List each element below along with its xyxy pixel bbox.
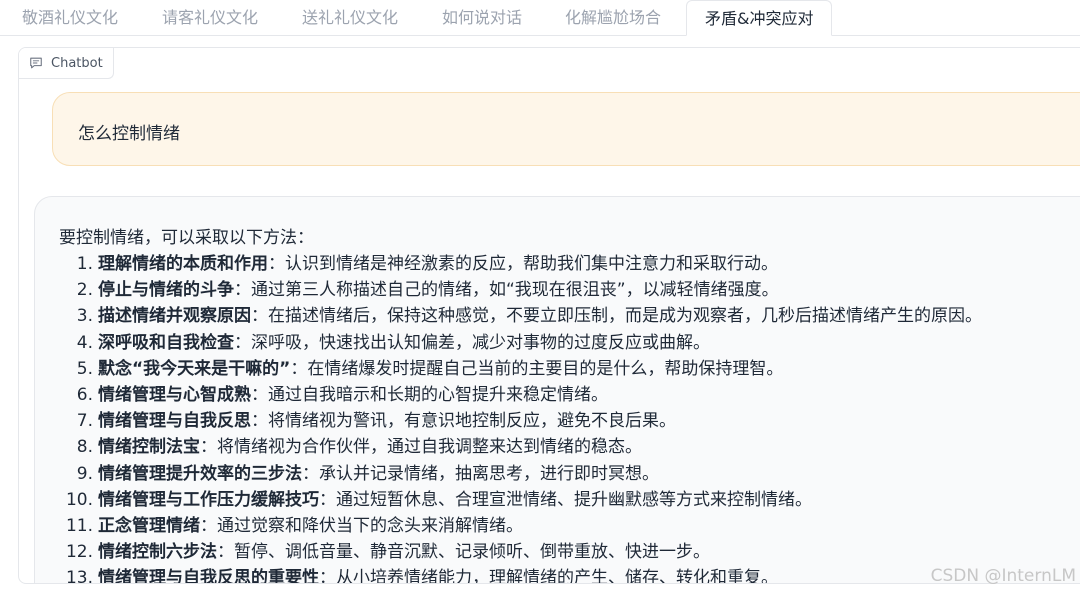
list-item: 5. 默念“我今天来是干嘛的”：在情绪爆发时提醒自己当前的主要目的是什么，帮助保持…	[76, 358, 784, 379]
list-item: 4. 深呼吸和自我检查：深呼吸，快速找出认知偏差，减少对事物的过度反应或曲解。	[76, 332, 710, 353]
list-item: 8. 情绪控制法宝：将情绪视为合作伙伴，通过自我调整来达到情绪的稳态。	[76, 437, 642, 458]
list-item: 1. 理解情绪的本质和作用：认识到情绪是神经激素的反应，帮助我们集中注意力和采取行…	[76, 254, 778, 274]
tab-bar: 敬酒礼仪文化 请客礼仪文化 送礼礼仪文化 如何说对话 化解尴尬场合 矛盾&冲突应…	[0, 0, 1080, 36]
bot-message-intro: 要控制情绪，可以采取以下方法：	[59, 228, 314, 248]
list-item: 3. 描述情绪并观察原因：在描述情绪后，保持这种感觉，不要立即压制，而是成为观察者…	[76, 306, 982, 327]
list-item: 2. 停止与情绪的斗争：通过第三人称描述自己的情绪，如“我现在很沮丧”，以减轻情绪…	[76, 280, 779, 301]
tab-conflict-handling[interactable]: 矛盾&冲突应对	[686, 0, 833, 36]
list-item: 7. 情绪管理与自我反思：将情绪视为警讯，有意识地控制反应，避免不良后果。	[76, 411, 676, 432]
list-item: 10. 情绪管理与工作压力缓解技巧：通过短暂休息、合理宣泄情绪、提升幽默感等方式来…	[65, 489, 812, 510]
bot-message-list: 1. 理解情绪的本质和作用：认识到情绪是神经激素的反应，帮助我们集中注意力和采取行…	[35, 251, 982, 584]
chat-icon	[30, 57, 42, 69]
chatbot-label: Chatbot	[19, 48, 114, 79]
list-item: 6. 情绪管理与心智成熟：通过自我暗示和长期的心智提升来稳定情绪。	[76, 384, 608, 405]
chatbot-panel: Chatbot 怎么控制情绪 要控制情绪，可以采取以下方法： 1. 理解情绪的本质…	[18, 47, 1080, 584]
user-message-bubble: 怎么控制情绪	[52, 92, 1080, 166]
tab-hosting-etiquette[interactable]: 请客礼仪文化	[162, 0, 258, 34]
tab-how-to-talk[interactable]: 如何说对话	[442, 0, 522, 34]
tab-toasting-etiquette[interactable]: 敬酒礼仪文化	[22, 0, 118, 34]
bot-message-bubble: 要控制情绪，可以采取以下方法： 1. 理解情绪的本质和作用：认识到情绪是神经激素的…	[34, 196, 1080, 584]
list-item: 13. 情绪管理与自我反思的重要性：从小培养情绪能力，理解情绪的产生、储存、转化和…	[65, 568, 778, 584]
chatbot-label-text: Chatbot	[51, 55, 103, 71]
user-message-text: 怎么控制情绪	[78, 124, 180, 144]
list-item: 11. 正念管理情绪：通过觉察和降伏当下的念头来消解情绪。	[65, 515, 523, 536]
tab-gift-etiquette[interactable]: 送礼礼仪文化	[302, 0, 398, 34]
list-item: 9. 情绪管理提升效率的三步法：承认并记录情绪，抽离思考，进行即时冥想。	[76, 463, 659, 484]
tab-resolve-awkward[interactable]: 化解尴尬场合	[565, 0, 661, 34]
list-item: 12. 情绪控制六步法：暂停、调低音量、静音沉默、记录倾听、倒带重放、快进一步。	[65, 542, 710, 563]
watermark: CSDN @InternLM	[930, 566, 1076, 586]
